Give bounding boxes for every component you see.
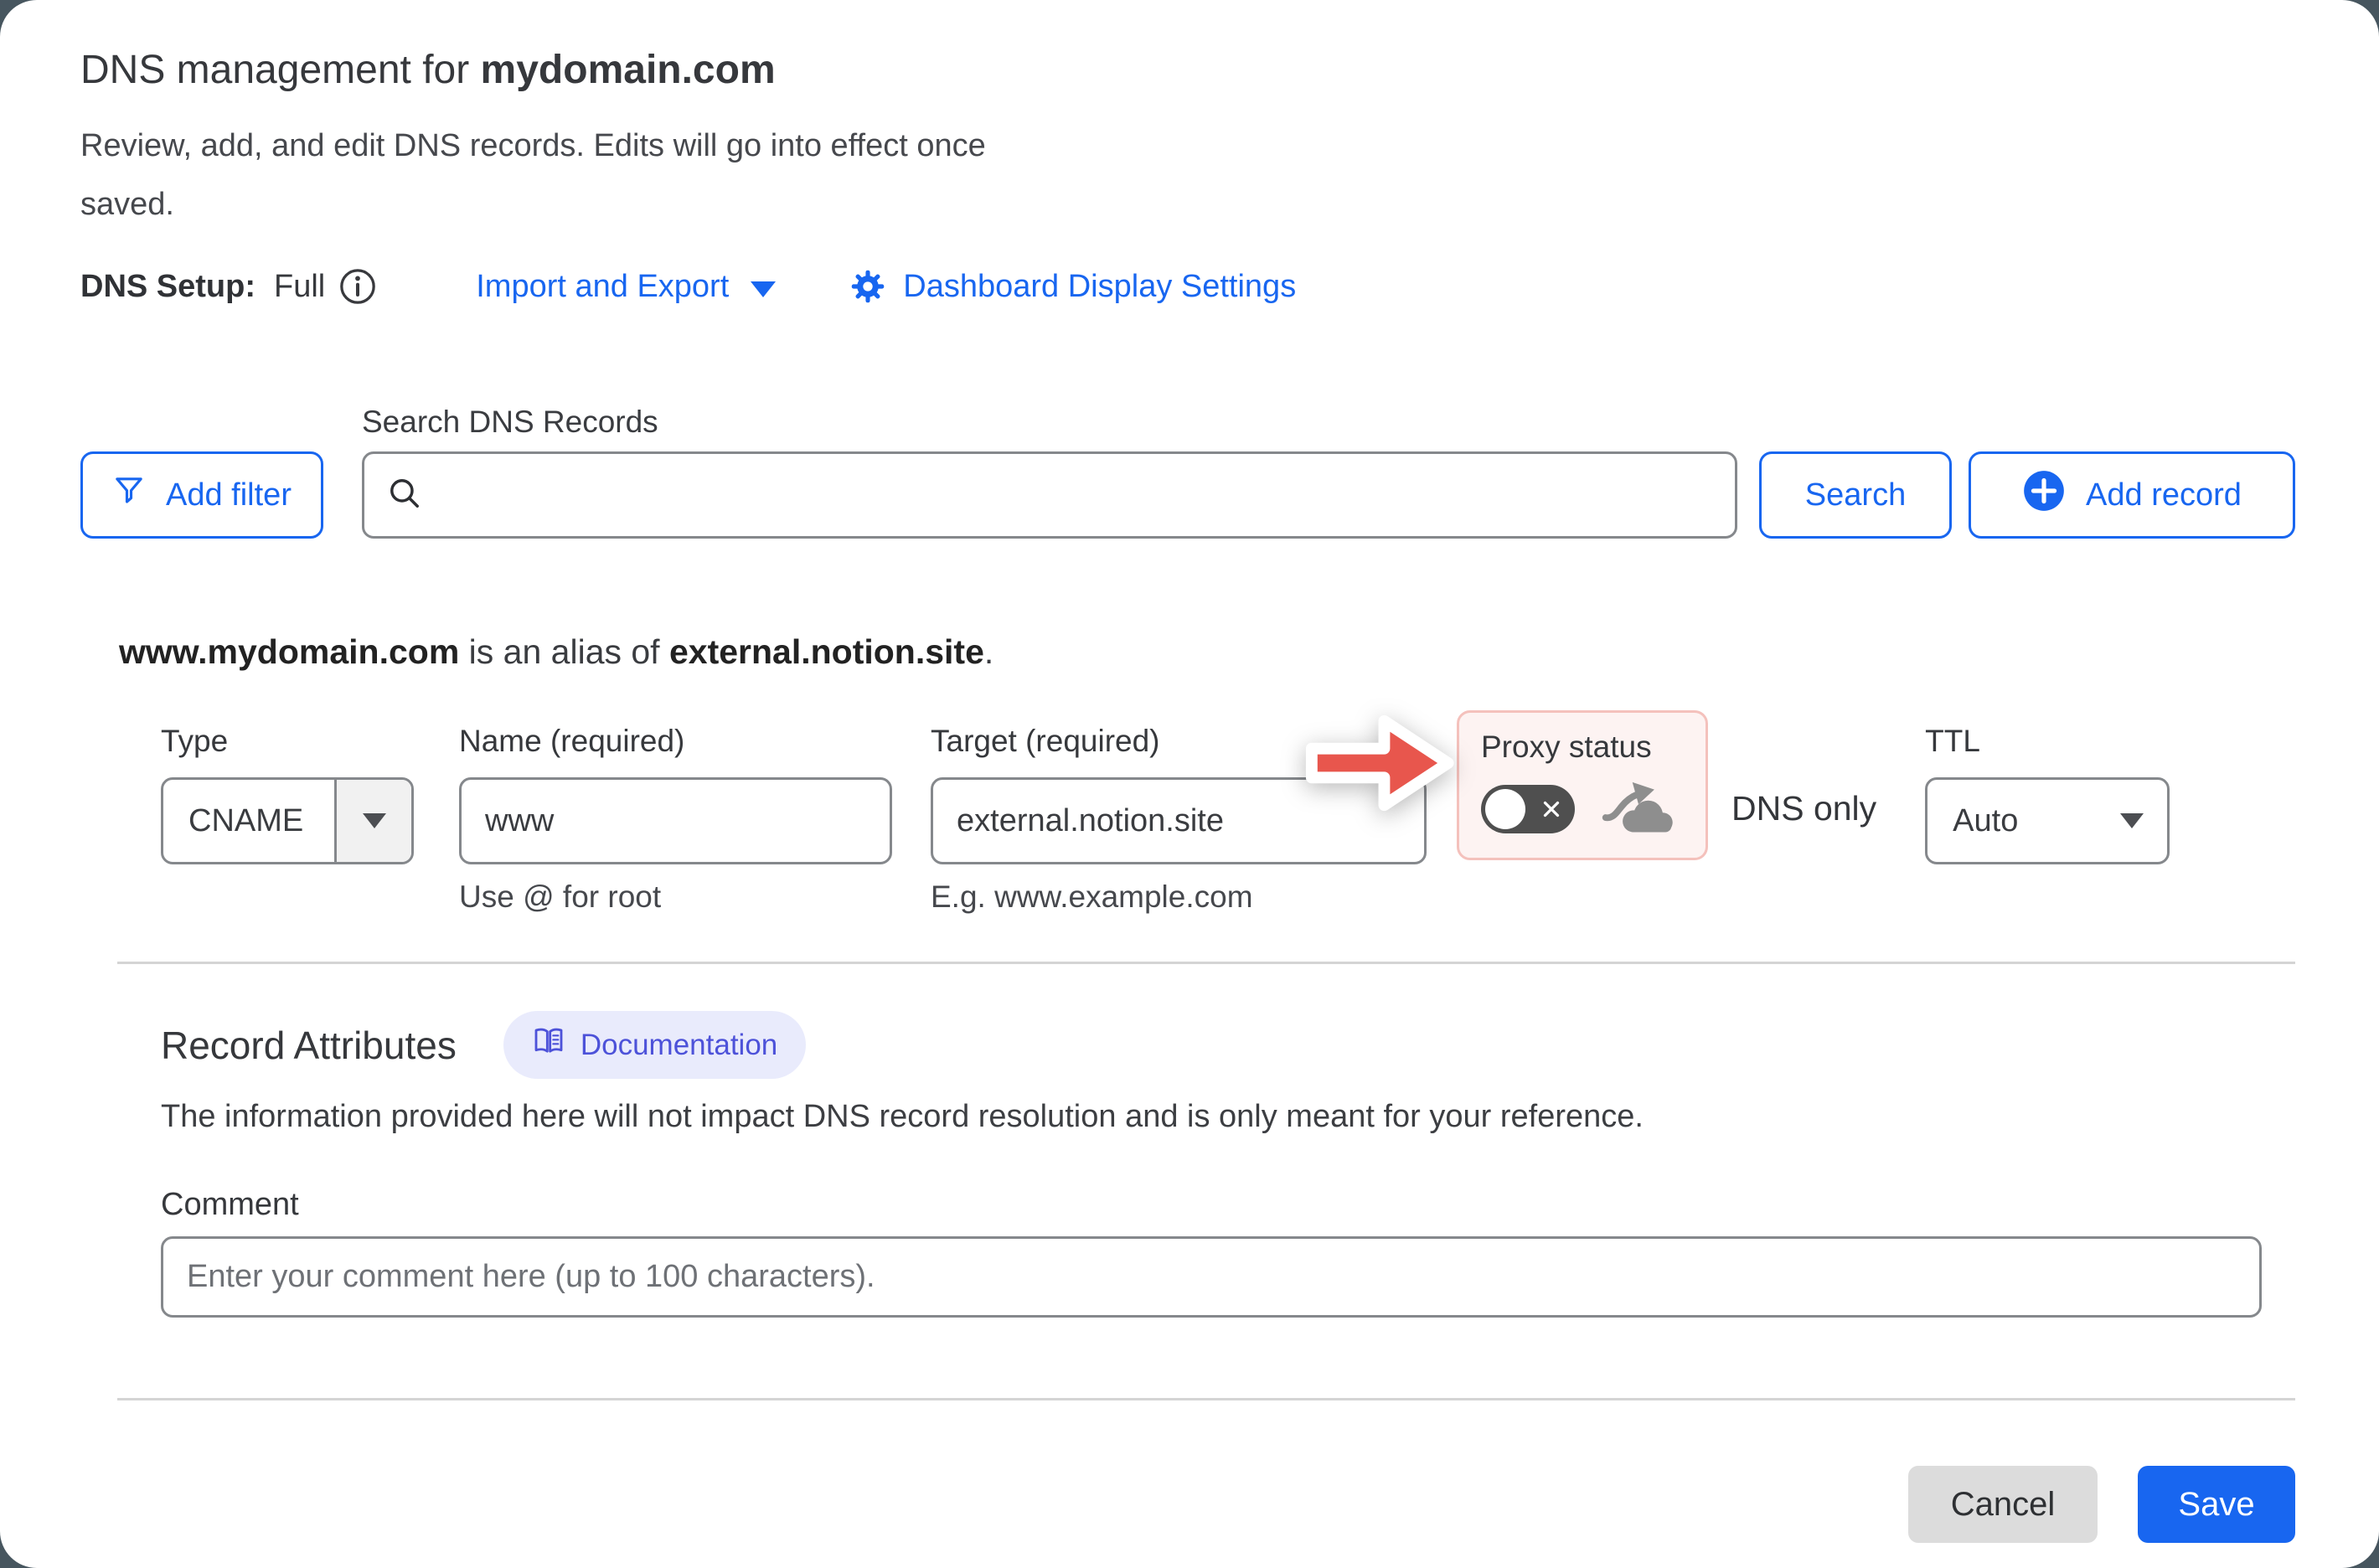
dns-setup-label: DNS Setup:: [80, 269, 255, 305]
search-button-label: Search: [1805, 477, 1906, 513]
type-select-arrow-zone[interactable]: [334, 780, 411, 862]
name-field: Name (required) Use @ for root: [459, 724, 892, 915]
book-open-icon: [532, 1024, 565, 1065]
type-select[interactable]: CNAME: [161, 777, 414, 864]
page-title: DNS management for mydomain.com: [80, 47, 2295, 93]
add-record-button[interactable]: Add record: [1969, 451, 2295, 539]
dns-setup-value: Full: [274, 269, 325, 305]
page-title-text: DNS management for: [80, 48, 481, 92]
record-attributes-heading: Record Attributes: [161, 1023, 457, 1068]
proxy-toggle-knob: [1485, 789, 1525, 829]
alias-sentence: www.mydomain.com is an alias of external…: [119, 632, 2295, 672]
ttl-select[interactable]: Auto: [1925, 777, 2170, 864]
comment-label: Comment: [161, 1187, 2295, 1223]
proxy-status-highlight-box: Proxy status: [1457, 710, 1708, 860]
search-icon: [386, 475, 423, 516]
ttl-label: TTL: [1925, 724, 2170, 759]
documentation-badge[interactable]: Documentation: [503, 1011, 806, 1079]
page-title-domain: mydomain.com: [481, 48, 776, 92]
import-export-link[interactable]: Import and Export: [476, 269, 776, 305]
save-button[interactable]: Save: [2138, 1466, 2295, 1543]
alias-period: .: [984, 632, 993, 671]
type-label: Type: [161, 724, 414, 759]
alias-middle-text: is an alias of: [459, 632, 669, 671]
page-subtitle: Review, add, and edit DNS records. Edits…: [80, 116, 1060, 234]
pointer-arrow-icon: [1299, 704, 1463, 827]
ttl-field: TTL Auto: [1925, 724, 2170, 864]
import-export-label: Import and Export: [476, 269, 729, 305]
name-input[interactable]: [459, 777, 892, 864]
footer-divider: [117, 1398, 2295, 1400]
search-input-container: [362, 451, 1737, 539]
x-mark-icon: [1539, 797, 1564, 826]
name-label: Name (required): [459, 724, 892, 759]
add-filter-label: Add filter: [166, 477, 292, 513]
ttl-select-value: Auto: [1953, 803, 2018, 839]
record-attributes-description: The information provided here will not i…: [161, 1099, 2295, 1135]
add-record-label: Add record: [2086, 477, 2242, 513]
proxy-status-field: Proxy status: [1457, 710, 1708, 860]
name-hint: Use @ for root: [459, 879, 892, 915]
plus-circle-icon: [2022, 469, 2066, 521]
caret-down-icon: [751, 281, 776, 297]
dashboard-display-settings-link[interactable]: Dashboard Display Settings: [849, 268, 1296, 305]
comment-input[interactable]: [161, 1236, 2262, 1318]
record-form-row: Type CNAME Name (required) Use @ for roo…: [161, 724, 2295, 915]
search-row: Add filter Search: [80, 451, 2295, 539]
dashboard-display-settings-label: Dashboard Display Settings: [903, 269, 1296, 305]
chevron-down-icon: [363, 813, 386, 828]
dns-only-cloud-icon: [1600, 780, 1677, 838]
info-icon[interactable]: [338, 267, 377, 306]
proxy-toggle[interactable]: [1481, 785, 1575, 833]
proxy-status-label: Proxy status: [1481, 730, 1684, 765]
proxy-status-text: DNS only: [1731, 789, 1876, 828]
target-hint: E.g. www.example.com: [931, 879, 1427, 915]
dns-management-panel: DNS management for mydomain.com Review, …: [0, 0, 2379, 1568]
documentation-badge-label: Documentation: [581, 1029, 777, 1062]
alias-host: www.mydomain.com: [119, 632, 459, 671]
add-filter-button[interactable]: Add filter: [80, 451, 323, 539]
funnel-icon: [112, 474, 146, 516]
proxy-controls: [1481, 780, 1684, 838]
dns-setup-row: DNS Setup: Full Import and Export: [80, 267, 2295, 306]
alias-target: external.notion.site: [669, 632, 984, 671]
record-attributes-header: Record Attributes Documentation: [161, 1011, 2295, 1079]
footer-actions: Cancel Save: [80, 1466, 2295, 1543]
search-dns-records-label: Search DNS Records: [362, 405, 2295, 440]
search-input[interactable]: [436, 458, 1735, 532]
type-field: Type CNAME: [161, 724, 414, 864]
cancel-button[interactable]: Cancel: [1908, 1466, 2098, 1543]
gear-icon: [849, 268, 886, 305]
chevron-down-icon: [2120, 813, 2144, 828]
section-divider: [117, 962, 2295, 964]
type-select-value: CNAME: [163, 803, 334, 839]
search-button[interactable]: Search: [1759, 451, 1952, 539]
